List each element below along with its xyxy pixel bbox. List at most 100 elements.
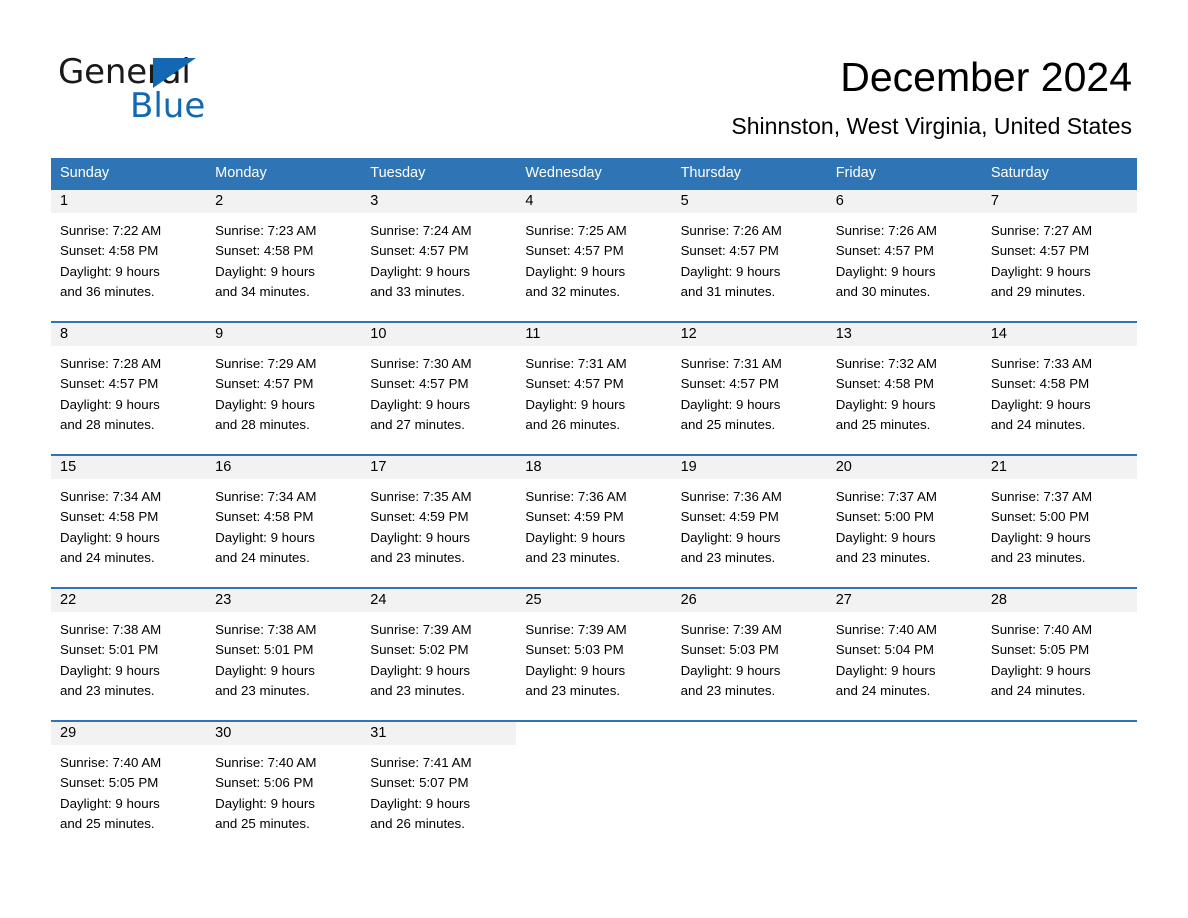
day-number: 18	[525, 459, 542, 475]
page-title: December 2024	[840, 54, 1132, 100]
daylight-text-line2: and 33 minutes.	[370, 283, 465, 299]
day-number-band: 10	[361, 323, 517, 346]
day-cell[interactable]: 21 Sunrise: 7:37 AM Sunset: 5:00 PM Dayl…	[981, 456, 1137, 587]
day-cell[interactable]: 7 Sunrise: 7:27 AM Sunset: 4:57 PM Dayli…	[981, 190, 1137, 321]
day-cell[interactable]: 13 Sunrise: 7:32 AM Sunset: 4:58 PM Dayl…	[826, 323, 982, 454]
sunrise-text: Sunrise: 7:28 AM	[60, 356, 162, 371]
day-number: 26	[680, 592, 697, 608]
sunrise-text: Sunrise: 7:25 AM	[525, 223, 627, 238]
day-number: 20	[835, 459, 852, 475]
daylight-text-line1: Daylight: 9 hours	[215, 529, 315, 545]
daylight-text-line2: and 23 minutes.	[370, 682, 465, 698]
day-number-band	[671, 722, 827, 745]
sunrise-text: Sunrise: 7:33 AM	[990, 356, 1093, 371]
day-number: 17	[370, 459, 387, 475]
day-cell[interactable]: 20 Sunrise: 7:37 AM Sunset: 5:00 PM Dayl…	[826, 456, 982, 587]
day-number-band: 30	[206, 722, 362, 745]
daylight-text-line1: Daylight: 9 hours	[990, 529, 1091, 545]
sunset-text: Sunset: 5:01 PM	[215, 642, 314, 658]
sunset-text: Sunset: 4:57 PM	[680, 376, 779, 392]
day-cell[interactable]: 19 Sunrise: 7:36 AM Sunset: 4:59 PM Dayl…	[671, 456, 827, 587]
daylight-text-line2: and 23 minutes.	[525, 682, 621, 698]
daylight-text-line2: and 23 minutes.	[680, 549, 776, 565]
sunset-text: Sunset: 4:59 PM	[680, 509, 779, 525]
daylight-text-line2: and 24 minutes.	[990, 682, 1086, 698]
day-cell[interactable]: 2 Sunrise: 7:23 AM Sunset: 4:58 PM Dayli…	[206, 190, 362, 321]
day-cell[interactable]: 28 Sunrise: 7:40 AM Sunset: 5:05 PM Dayl…	[981, 589, 1137, 720]
daylight-text-line2: and 23 minutes.	[215, 682, 310, 698]
calendar-week-row: 8 Sunrise: 7:28 AM Sunset: 4:57 PM Dayli…	[51, 321, 1137, 454]
day-cell[interactable]: 3 Sunrise: 7:24 AM Sunset: 4:57 PM Dayli…	[361, 190, 517, 321]
day-number: 12	[680, 326, 697, 342]
day-cell[interactable]: 18 Sunrise: 7:36 AM Sunset: 4:59 PM Dayl…	[516, 456, 672, 587]
day-number-band: 5	[671, 190, 827, 213]
page-masthead: General Blue December 2024 Shinnston, We…	[0, 0, 1188, 150]
page-subtitle: Shinnston, West Virginia, United States	[731, 113, 1132, 139]
day-cell[interactable]: 10 Sunrise: 7:30 AM Sunset: 4:57 PM Dayl…	[361, 323, 517, 454]
day-number-band: 12	[671, 323, 827, 346]
sunset-text: Sunset: 4:57 PM	[370, 376, 469, 392]
day-cell[interactable]: 23 Sunrise: 7:38 AM Sunset: 5:01 PM Dayl…	[206, 589, 362, 720]
day-cell[interactable]: 14 Sunrise: 7:33 AM Sunset: 4:58 PM Dayl…	[981, 323, 1137, 454]
day-cell[interactable]: 31 Sunrise: 7:41 AM Sunset: 5:07 PM Dayl…	[361, 722, 517, 840]
day-cell[interactable]: 9 Sunrise: 7:29 AM Sunset: 4:57 PM Dayli…	[206, 323, 362, 454]
day-number-band: 26	[671, 589, 827, 612]
daylight-text-line1: Daylight: 9 hours	[60, 396, 160, 412]
day-number-band: 4	[516, 190, 672, 213]
day-cell[interactable]: 12 Sunrise: 7:31 AM Sunset: 4:57 PM Dayl…	[671, 323, 827, 454]
daylight-text-line1: Daylight: 9 hours	[60, 795, 160, 811]
day-cell-empty	[516, 722, 672, 840]
day-cell[interactable]: 15 Sunrise: 7:34 AM Sunset: 4:58 PM Dayl…	[51, 456, 207, 587]
daylight-text-line2: and 23 minutes.	[370, 549, 465, 565]
daylight-text-line1: Daylight: 9 hours	[215, 795, 315, 811]
day-cell[interactable]: 1 Sunrise: 7:22 AM Sunset: 4:58 PM Dayli…	[51, 190, 207, 321]
day-number: 7	[990, 193, 999, 209]
day-details: Sunrise: 7:39 AM Sunset: 5:02 PM Dayligh…	[361, 612, 516, 701]
day-number-band: 3	[361, 190, 517, 213]
day-cell[interactable]: 22 Sunrise: 7:38 AM Sunset: 5:01 PM Dayl…	[51, 589, 207, 720]
daylight-text-line2: and 24 minutes.	[990, 416, 1086, 432]
day-cell[interactable]: 6 Sunrise: 7:26 AM Sunset: 4:57 PM Dayli…	[826, 190, 982, 321]
day-number: 3	[370, 193, 379, 209]
daylight-text-line2: and 31 minutes.	[680, 283, 776, 299]
weekday-header-saturday: Saturday	[990, 165, 1049, 181]
calendar-grid: Sunday Monday Tuesday Wednesday Thursday…	[51, 158, 1137, 840]
sunset-text: Sunset: 5:00 PM	[835, 509, 935, 525]
day-cell[interactable]: 5 Sunrise: 7:26 AM Sunset: 4:57 PM Dayli…	[671, 190, 827, 321]
sunset-text: Sunset: 5:03 PM	[525, 642, 624, 658]
day-number: 21	[990, 459, 1007, 475]
sunset-text: Sunset: 4:57 PM	[525, 376, 624, 392]
sunset-text: Sunset: 4:57 PM	[60, 376, 159, 392]
day-number-band: 7	[981, 190, 1137, 213]
day-details: Sunrise: 7:40 AM Sunset: 5:05 PM Dayligh…	[982, 612, 1137, 701]
sunset-text: Sunset: 5:02 PM	[370, 642, 469, 658]
sunrise-text: Sunrise: 7:40 AM	[60, 755, 162, 770]
day-cell[interactable]: 30 Sunrise: 7:40 AM Sunset: 5:06 PM Dayl…	[206, 722, 362, 840]
weekday-header-thursday: Thursday	[680, 165, 742, 181]
day-cell[interactable]: 11 Sunrise: 7:31 AM Sunset: 4:57 PM Dayl…	[516, 323, 672, 454]
day-number-band	[981, 722, 1137, 745]
day-cell[interactable]: 17 Sunrise: 7:35 AM Sunset: 4:59 PM Dayl…	[361, 456, 517, 587]
day-cell[interactable]: 27 Sunrise: 7:40 AM Sunset: 5:04 PM Dayl…	[826, 589, 982, 720]
sunrise-text: Sunrise: 7:22 AM	[60, 223, 162, 238]
day-details: Sunrise: 7:31 AM Sunset: 4:57 PM Dayligh…	[672, 346, 827, 435]
day-details: Sunrise: 7:37 AM Sunset: 5:00 PM Dayligh…	[982, 479, 1137, 568]
day-details: Sunrise: 7:26 AM Sunset: 4:57 PM Dayligh…	[672, 213, 827, 302]
general-blue-logo[interactable]: General Blue	[58, 52, 318, 130]
sunset-text: Sunset: 4:57 PM	[835, 243, 935, 259]
sunset-text: Sunset: 4:57 PM	[525, 243, 624, 259]
sunrise-text: Sunrise: 7:27 AM	[990, 223, 1093, 238]
daylight-text-line2: and 23 minutes.	[835, 549, 931, 565]
daylight-text-line1: Daylight: 9 hours	[835, 263, 936, 279]
day-cell[interactable]: 26 Sunrise: 7:39 AM Sunset: 5:03 PM Dayl…	[671, 589, 827, 720]
day-number: 1	[60, 193, 69, 209]
daylight-text-line1: Daylight: 9 hours	[680, 263, 781, 279]
day-cell[interactable]: 16 Sunrise: 7:34 AM Sunset: 4:58 PM Dayl…	[206, 456, 362, 587]
sunrise-text: Sunrise: 7:38 AM	[60, 622, 162, 637]
day-cell[interactable]: 4 Sunrise: 7:25 AM Sunset: 4:57 PM Dayli…	[516, 190, 672, 321]
day-cell[interactable]: 29 Sunrise: 7:40 AM Sunset: 5:05 PM Dayl…	[51, 722, 207, 840]
day-cell[interactable]: 25 Sunrise: 7:39 AM Sunset: 5:03 PM Dayl…	[516, 589, 672, 720]
calendar-week-row: 29 Sunrise: 7:40 AM Sunset: 5:05 PM Dayl…	[51, 720, 1137, 840]
day-cell[interactable]: 8 Sunrise: 7:28 AM Sunset: 4:57 PM Dayli…	[51, 323, 207, 454]
day-cell[interactable]: 24 Sunrise: 7:39 AM Sunset: 5:02 PM Dayl…	[361, 589, 517, 720]
